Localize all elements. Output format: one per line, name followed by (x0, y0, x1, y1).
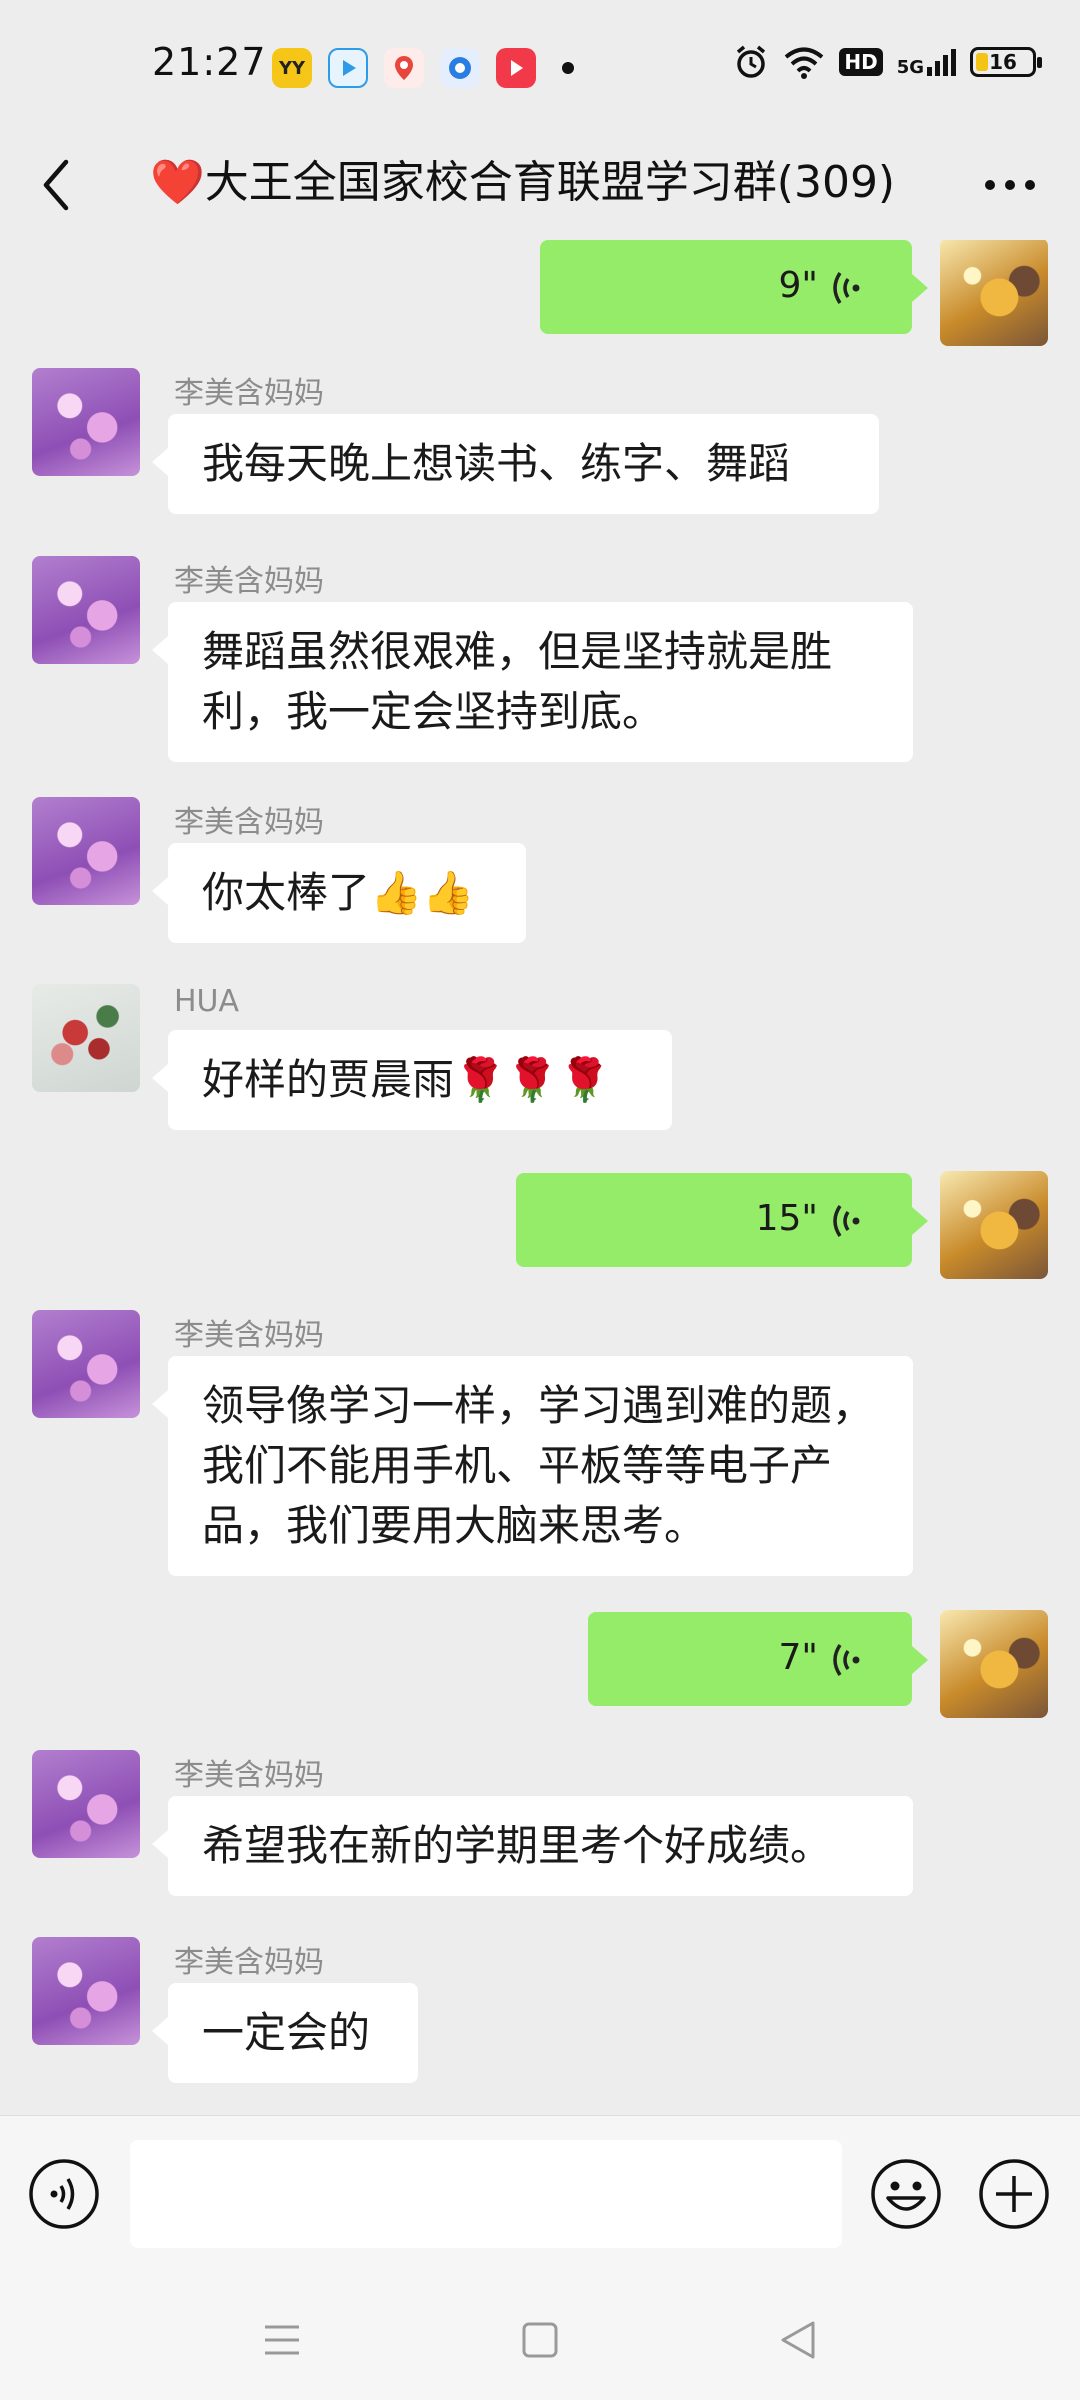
voice-input-toggle-icon[interactable] (28, 2158, 100, 2230)
message-bubble[interactable]: 希望我在新的学期里考个好成绩。 (152, 1796, 913, 1896)
status-time: 21:27 (152, 40, 267, 84)
message-incoming: 李美含妈妈 我每天晚上想读书、练字、舞蹈 (0, 368, 1080, 548)
back-icon[interactable] (773, 2315, 823, 2365)
message-incoming: 李美含妈妈 领导像学习一样，学习遇到难的题，我们不能用手机、平板等等电子产品，我… (0, 1310, 1080, 1590)
message-incoming: 李美含妈妈 舞蹈虽然很艰难，但是坚持就是胜利，我一定会坚持到底。 (0, 556, 1080, 776)
sender-name: 李美含妈妈 (174, 564, 324, 599)
input-bar (0, 2115, 1080, 2276)
home-icon[interactable] (515, 2315, 565, 2365)
more-options-icon[interactable] (980, 160, 1040, 210)
hd-badge: HD (839, 48, 883, 76)
status-bar: 21:27 YY HD 5G 16 (0, 0, 1080, 130)
battery-icon: 16 (970, 47, 1042, 77)
voice-wave-icon (833, 1644, 860, 1676)
voice-duration: 7" (778, 1637, 818, 1678)
chat-title: ❤️大王全国家校合育联盟学习群(309) (150, 157, 896, 208)
sender-avatar[interactable] (32, 984, 140, 1092)
message-bubble[interactable]: 舞蹈虽然很艰难，但是坚持就是胜利，我一定会坚持到底。 (152, 602, 913, 762)
add-more-icon[interactable] (978, 2158, 1050, 2230)
network-type-label: 5G (896, 57, 924, 78)
message-bubble[interactable]: 我每天晚上想读书、练字、舞蹈 (152, 414, 879, 514)
message-bubble[interactable]: 好样的贾晨雨🌹🌹🌹 (152, 1030, 672, 1130)
browser-app-icon (440, 48, 480, 88)
sender-avatar[interactable] (32, 1750, 140, 1858)
sender-name: HUA (174, 984, 240, 1019)
cellular-signal-icon: 5G (897, 47, 956, 77)
notification-app-icons: YY (272, 48, 574, 88)
player-app-icon (496, 48, 536, 88)
message-input[interactable] (130, 2140, 842, 2248)
sender-avatar[interactable] (32, 1937, 140, 2045)
voice-duration: 15" (755, 1198, 818, 1239)
battery-level: 16 (989, 50, 1017, 74)
message-outgoing-voice: 9" (0, 240, 1080, 346)
sender-name: 李美含妈妈 (174, 376, 324, 411)
voice-message-bubble[interactable]: 9" (540, 240, 928, 334)
message-list[interactable]: 9" 李美含妈妈 我每天晚上想读书、练字、舞蹈 李美含妈妈 舞蹈虽然很艰难，但是… (0, 240, 1080, 2115)
more-notifications-dot (562, 62, 574, 74)
message-bubble[interactable]: 你太棒了👍👍 (152, 843, 526, 943)
sender-name: 李美含妈妈 (174, 1758, 324, 1793)
message-incoming: 李美含妈妈 希望我在新的学期里考个好成绩。 (0, 1750, 1080, 1930)
emoji-icon[interactable] (870, 2158, 942, 2230)
voice-duration: 9" (778, 265, 818, 306)
voice-message-bubble[interactable]: 7" (588, 1612, 928, 1706)
message-incoming: 李美含妈妈 一定会的 (0, 1937, 1080, 2115)
sender-name: 李美含妈妈 (174, 1318, 324, 1353)
menu-icon[interactable] (257, 2315, 307, 2365)
my-avatar[interactable] (940, 240, 1048, 346)
message-incoming: 李美含妈妈 你太棒了👍👍 (0, 797, 1080, 977)
sender-avatar[interactable] (32, 1310, 140, 1418)
wifi-icon (785, 47, 824, 79)
my-avatar[interactable] (940, 1171, 1048, 1279)
yy-app-icon: YY (272, 48, 312, 88)
system-navigation-bar (0, 2275, 1080, 2400)
voice-message-bubble[interactable]: 15" (516, 1173, 928, 1267)
voice-wave-icon (833, 1205, 860, 1237)
sender-avatar[interactable] (32, 556, 140, 664)
my-avatar[interactable] (940, 1610, 1048, 1718)
sender-avatar[interactable] (32, 368, 140, 476)
system-icons: HD 5G 16 (733, 44, 1042, 80)
sender-name: 李美含妈妈 (174, 805, 324, 840)
sender-avatar[interactable] (32, 797, 140, 905)
message-incoming: HUA 好样的贾晨雨🌹🌹🌹 (0, 984, 1080, 1164)
map-app-icon (384, 48, 424, 88)
video-app-icon (328, 48, 368, 88)
sender-name: 李美含妈妈 (174, 1945, 324, 1980)
voice-wave-icon (833, 272, 860, 304)
message-outgoing-voice: 7" (0, 1610, 1080, 1720)
chat-header: ❤️大王全国家校合育联盟学习群(309) (0, 130, 1080, 240)
message-bubble[interactable]: 一定会的 (152, 1983, 418, 2083)
back-arrow-icon[interactable] (36, 150, 76, 220)
alarm-icon (737, 45, 766, 78)
message-outgoing-voice: 15" (0, 1171, 1080, 1281)
message-bubble[interactable]: 领导像学习一样，学习遇到难的题，我们不能用手机、平板等等电子产品，我们要用大脑来… (152, 1356, 913, 1576)
